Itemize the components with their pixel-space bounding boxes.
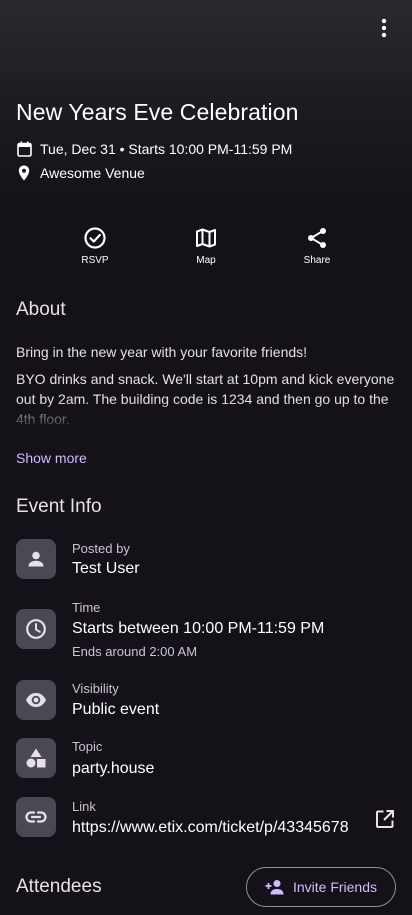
share-icon xyxy=(308,228,326,248)
posted-by-value: Test User xyxy=(72,560,140,577)
link-icon xyxy=(25,811,47,823)
rsvp-label: RSVP xyxy=(81,255,109,266)
map-button[interactable]: Map xyxy=(176,226,236,266)
shapes-icon xyxy=(26,748,46,768)
open-in-new-icon xyxy=(376,810,394,828)
share-label: Share xyxy=(303,255,331,266)
time-end-text: Ends around 2:00 AM xyxy=(72,644,198,659)
about-paragraph-2: BYO drinks and snack. We'll start at 10p… xyxy=(16,371,395,427)
event-date-text: Tue, Dec 31 • Starts 10:00 PM-11:59 PM xyxy=(40,141,293,157)
event-date-row: Tue, Dec 31 • Starts 10:00 PM-11:59 PM xyxy=(16,141,292,157)
eye-icon xyxy=(26,693,46,707)
event-venue-row[interactable]: Awesome Venue xyxy=(16,165,145,181)
topic-label: Topic xyxy=(72,739,103,754)
time-tile xyxy=(16,609,56,649)
visibility-tile xyxy=(16,680,56,720)
map-label: Map xyxy=(196,255,216,266)
attendees-heading: Attendees xyxy=(16,876,102,897)
more-vert-icon xyxy=(381,18,387,38)
person-add-icon xyxy=(265,878,285,896)
visibility-label: Visibility xyxy=(72,681,119,696)
time-label: Time xyxy=(72,600,101,615)
topic-value: party.house xyxy=(72,760,155,777)
link-tile xyxy=(16,797,56,837)
topic-tile xyxy=(16,738,56,778)
open-link-button[interactable] xyxy=(374,808,396,830)
time-value: Starts between 10:00 PM-11:59 PM xyxy=(72,620,325,637)
rsvp-button[interactable]: RSVP xyxy=(65,226,125,266)
about-paragraph-1: Bring in the new year with your favorite… xyxy=(16,344,308,360)
link-value[interactable]: https://www.etix.com/ticket/p/43345678 xyxy=(72,819,352,837)
visibility-value: Public event xyxy=(72,701,160,718)
map-icon xyxy=(196,228,216,248)
more-options-button[interactable] xyxy=(372,16,396,40)
clock-icon xyxy=(26,619,46,639)
calendar-icon xyxy=(16,141,32,157)
event-venue-text: Awesome Venue xyxy=(40,165,145,181)
check-circle-icon xyxy=(84,227,106,249)
posted-by-label: Posted by xyxy=(72,541,130,556)
event-title: New Years Eve Celebration xyxy=(16,99,299,125)
invite-friends-label: Invite Friends xyxy=(292,879,378,895)
link-label: Link xyxy=(72,799,96,814)
person-icon xyxy=(28,551,44,567)
event-header: New Years Eve Celebration Tue, Dec 31 • … xyxy=(0,0,412,200)
action-bar: RSVP Map Share xyxy=(0,226,412,270)
location-pin-icon xyxy=(16,165,32,181)
invite-friends-button[interactable]: Invite Friends xyxy=(246,867,396,907)
share-button[interactable]: Share xyxy=(287,226,347,266)
posted-by-tile xyxy=(16,539,56,579)
show-more-link[interactable]: Show more xyxy=(16,450,87,466)
event-info-heading: Event Info xyxy=(16,496,102,517)
about-heading: About xyxy=(16,299,66,320)
